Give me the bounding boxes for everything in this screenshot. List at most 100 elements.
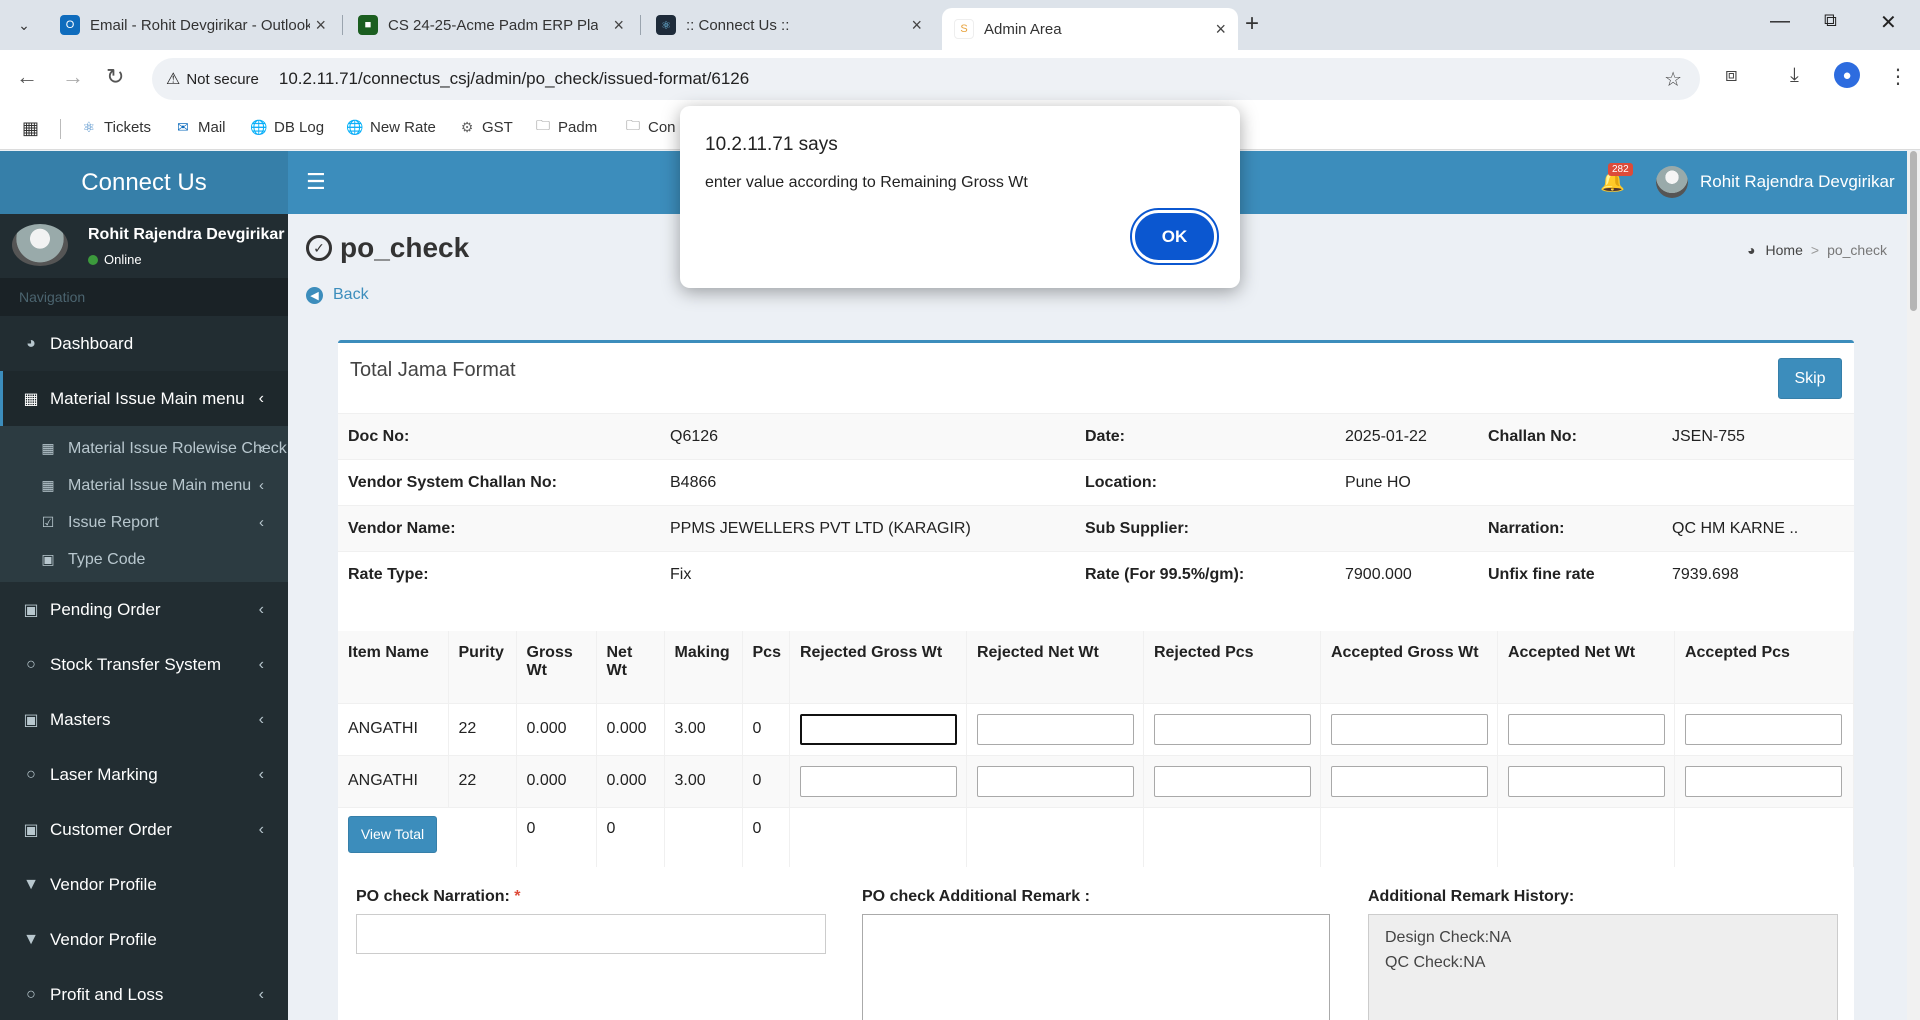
total-net-wt: 0 (596, 806, 665, 867)
minimize-icon[interactable]: — (1770, 10, 1790, 33)
breadcrumb-home[interactable]: ◕ Home (1747, 242, 1803, 258)
empty-cell (1662, 459, 1854, 506)
additional-remark-label: PO check Additional Remark : (862, 888, 1090, 905)
circle-icon: ○ (26, 765, 36, 783)
cell-rejected-gross (789, 754, 967, 807)
sidebar-item-customer-order[interactable]: ▣ Customer Order ‹ (0, 802, 288, 857)
po-narration-input[interactable] (356, 914, 826, 954)
sidebar-item-laser-marking[interactable]: ○ Laser Marking ‹ (0, 747, 288, 802)
brand-logo[interactable]: Connect Us (0, 151, 288, 214)
skip-button[interactable]: Skip (1778, 358, 1842, 399)
back-arrow-icon[interactable]: ← (16, 64, 38, 90)
new-tab-button[interactable]: + (1245, 10, 1259, 38)
sidebar-item-stock-transfer[interactable]: ○ Stock Transfer System ‹ (0, 637, 288, 692)
sidebar-item-pending-order[interactable]: ▣ Pending Order ‹ (0, 582, 288, 637)
accepted-pcs-input[interactable] (1684, 765, 1842, 797)
hamburger-menu-icon[interactable]: ☰ (306, 169, 326, 195)
bookmark-con[interactable]: 🗀 Con (624, 117, 676, 136)
view-total-button[interactable]: View Total (348, 815, 437, 853)
empty-cell (1143, 806, 1321, 867)
accepted-gross-wt-input[interactable] (1330, 765, 1488, 797)
rate-type-label: Rate Type: (338, 551, 660, 598)
restore-icon[interactable]: ⧉ (1824, 10, 1837, 31)
globe-icon: 🌐 (250, 118, 268, 135)
back-link[interactable]: ◀ Back (306, 286, 369, 304)
rejected-gross-wt-input[interactable] (799, 765, 957, 797)
rejected-net-wt-input[interactable] (976, 713, 1134, 745)
bookmark-label: Padm (558, 118, 598, 136)
submenu-item-issue-report[interactable]: ☑ Issue Report ‹ (0, 504, 288, 541)
close-icon[interactable]: × (315, 15, 326, 36)
avatar (12, 224, 68, 266)
rejected-pcs-input[interactable] (1153, 713, 1311, 745)
user-status: Online (88, 252, 142, 267)
accepted-pcs-input[interactable] (1684, 713, 1842, 745)
sidebar-item-dashboard[interactable]: ◕ Dashboard (0, 316, 288, 371)
remark-history-textarea[interactable]: Design Check:NA QC Check:NA (1368, 914, 1838, 1020)
total-jama-box: Total Jama Format Skip Doc No: Q6126 Dat… (338, 340, 1855, 1020)
bookmark-label: New Rate (370, 118, 436, 136)
tab-erp[interactable]: ■ CS 24-25-Acme Padm ERP Platform × (346, 8, 636, 42)
avatar[interactable] (1656, 166, 1688, 198)
tab-admin-area[interactable]: S Admin Area × (942, 8, 1238, 50)
po-narration-label-text: PO check Narration: (356, 888, 510, 905)
remark-history-line: QC Check:NA (1385, 954, 1486, 971)
bookmark-db-log[interactable]: 🌐 DB Log (250, 118, 324, 136)
header-user-name[interactable]: Rohit Rajendra Devgirikar (1700, 172, 1895, 192)
cell-net-wt: 0.000 (596, 702, 665, 755)
submenu-item-material-issue-main[interactable]: ▦ Material Issue Main menu ‹ (0, 467, 288, 504)
bookmark-padm[interactable]: 🗀 Padm (534, 117, 598, 136)
menu-kebab-icon[interactable]: ⋮ (1888, 64, 1908, 89)
sidebar-item-profit-loss[interactable]: ○ Profit and Loss ‹ (0, 967, 288, 1020)
table-header-row: Item Name Purity Gross Wt Net Wt Making … (338, 631, 1855, 703)
tab-search-button[interactable]: ⌄ (10, 13, 38, 37)
rate-type-value: Fix (660, 551, 1075, 598)
extensions-icon[interactable]: ⧈ (1725, 64, 1738, 87)
close-icon[interactable]: × (1215, 19, 1226, 40)
back-label: Back (333, 286, 369, 303)
submenu-item-type-code[interactable]: ▣ Type Code (0, 541, 288, 578)
profile-avatar-icon[interactable]: ● (1834, 62, 1860, 88)
chevron-left-icon: ‹ (258, 765, 264, 783)
bookmark-tickets[interactable]: ⚛ Tickets (80, 118, 151, 136)
ok-button[interactable]: OK (1130, 208, 1219, 265)
totals-row: View Total 0 0 0 (338, 806, 1855, 867)
page-scrollbar[interactable] (1907, 151, 1920, 1020)
bookmark-new-rate[interactable]: 🌐 New Rate (346, 118, 436, 136)
sidebar-item-vendor-profile-2[interactable]: ▼ Vendor Profile (0, 912, 288, 967)
tab-connectus[interactable]: ⚛ :: Connect Us :: × (644, 8, 934, 42)
bookmark-label: Mail (198, 118, 226, 136)
submenu-item-rolewise-check[interactable]: ▦ Material Issue Rolewise Check ‹ (0, 430, 288, 467)
rejected-pcs-input[interactable] (1153, 765, 1311, 797)
additional-remark-textarea[interactable] (862, 914, 1330, 1020)
address-bar[interactable]: ⚠ Not secure 10.2.11.71/connectus_csj/ad… (152, 58, 1700, 100)
window-close-icon[interactable]: ✕ (1880, 10, 1897, 35)
reload-icon[interactable]: ↻ (106, 64, 124, 90)
url-text[interactable]: 10.2.11.71/connectus_csj/admin/po_check/… (279, 69, 749, 89)
cell-pcs: 0 (742, 754, 790, 807)
bookmark-star-icon[interactable]: ☆ (1664, 67, 1682, 92)
bookmark-mail[interactable]: ✉ Mail (174, 118, 226, 136)
react-icon: ⚛ (82, 118, 96, 135)
apps-grid-icon[interactable]: ▦ (22, 118, 39, 139)
forward-arrow-icon[interactable]: → (62, 64, 84, 90)
sidebar-item-masters[interactable]: ▣ Masters ‹ (0, 692, 288, 747)
rejected-net-wt-input[interactable] (976, 765, 1134, 797)
close-icon[interactable]: × (613, 15, 624, 36)
tab-outlook[interactable]: O Email - Rohit Devgirikar - Outlook × (48, 8, 338, 42)
accepted-net-wt-input[interactable] (1507, 765, 1665, 797)
cell-rejected-pcs (1143, 702, 1321, 755)
accepted-net-wt-input[interactable] (1507, 713, 1665, 745)
bookmark-gst[interactable]: ⚙ GST (458, 118, 513, 136)
cell-accepted-net (1497, 754, 1675, 807)
accepted-gross-wt-input[interactable] (1330, 713, 1488, 745)
unfix-rate-label: Unfix fine rate (1478, 551, 1662, 598)
scrollbar-thumb[interactable] (1910, 151, 1917, 311)
sidebar-item-vendor-profile[interactable]: ▼ Vendor Profile (0, 857, 288, 912)
rejected-gross-wt-input[interactable] (799, 713, 957, 745)
close-icon[interactable]: × (911, 15, 922, 36)
items-table: Item Name Purity Gross Wt Net Wt Making … (338, 631, 1855, 867)
sidebar-item-material-issue[interactable]: ▦ Material Issue Main menu ‹ (0, 371, 288, 426)
download-icon[interactable]: ⤓ (1790, 64, 1799, 87)
security-chip[interactable]: ⚠ Not secure (166, 69, 259, 89)
